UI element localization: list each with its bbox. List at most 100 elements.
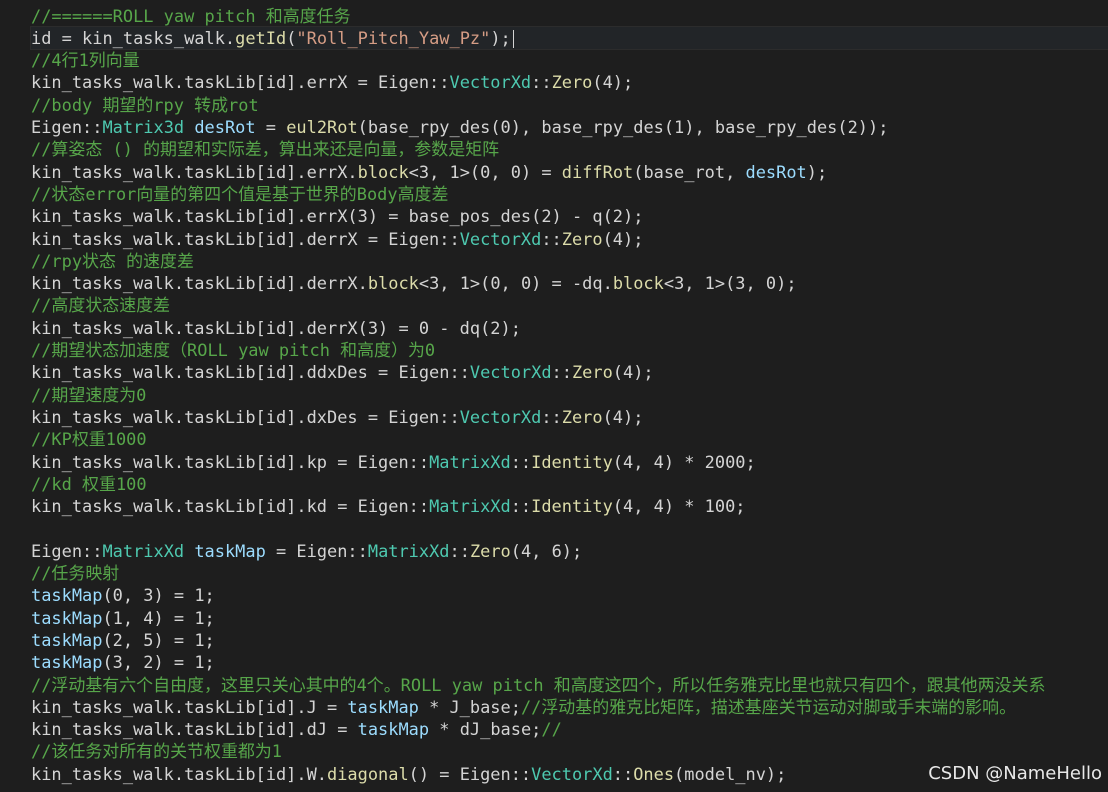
code-token: taskMap — [357, 719, 430, 740]
code-line[interactable]: kin_tasks_walk.taskLib[id].errX.block<3,… — [31, 161, 1108, 183]
code-token: block — [367, 273, 419, 294]
code-token: = Eigen:: — [265, 540, 368, 561]
code-comment: //浮动基有六个自由度，这里只关心其中的4个。ROLL yaw pitch 和高… — [31, 674, 1046, 695]
code-token: taskMap — [31, 607, 103, 628]
code-token: :: — [510, 451, 532, 472]
code-line[interactable]: kin_tasks_walk.taskLib[id].errX(3) = bas… — [31, 205, 1108, 227]
code-line[interactable]: kin_tasks_walk.taskLib[id].kp = Eigen::M… — [31, 451, 1108, 473]
code-comment: //该任务对所有的关节权重都为1 — [31, 741, 283, 762]
code-token: block — [612, 273, 664, 294]
code-token: :: — [551, 362, 572, 383]
code-token: VectorXd — [531, 763, 613, 784]
code-line[interactable]: //任务映射 — [31, 562, 1108, 584]
code-token: (4, 4) * 100; — [612, 496, 746, 517]
code-line[interactable]: //4行1列向量 — [31, 49, 1108, 71]
code-token: kin_tasks_walk.taskLib[id].errX. — [31, 161, 358, 182]
code-token: ); — [490, 27, 511, 48]
code-token: kin_tasks_walk.taskLib[id].dxDes = Eigen… — [31, 406, 460, 427]
code-token: :: — [531, 72, 552, 93]
code-token: (2, 5) = 1; — [102, 629, 215, 650]
code-token: ); — [806, 161, 828, 182]
code-line[interactable]: kin_tasks_walk.taskLib[id].derrX = Eigen… — [31, 228, 1108, 250]
code-line[interactable]: kin_tasks_walk.taskLib[id].dxDes = Eigen… — [31, 406, 1108, 428]
code-token: kin_tasks_walk.taskLib[id].W. — [31, 763, 327, 784]
code-line[interactable]: //rpy状态 的速度差 — [31, 250, 1108, 272]
code-token: Zero — [561, 406, 603, 427]
code-token: getId — [235, 27, 287, 48]
code-line[interactable]: //KP权重1000 — [31, 428, 1108, 450]
code-line[interactable]: id = kin_tasks_walk.getId("Roll_Pitch_Ya… — [30, 25, 1108, 51]
code-line[interactable]: //======ROLL yaw pitch 和高度任务 — [31, 5, 1108, 27]
code-token: <3, 1>(0, 0) = -dq. — [418, 273, 613, 294]
code-token: :: — [510, 496, 532, 517]
code-token: (0, 3) = 1; — [102, 585, 215, 606]
code-comment: //状态error向量的第四个值是基于世界的Body高度差 — [31, 183, 449, 204]
code-token: Zero — [571, 362, 613, 383]
code-token: * J_base; — [418, 696, 521, 717]
code-token: diffRot — [561, 161, 634, 182]
code-token: MatrixXd — [102, 540, 185, 561]
code-token: taskMap — [31, 629, 103, 650]
code-token: kin_tasks_walk.taskLib[id].ddxDes = Eige… — [31, 362, 470, 383]
code-token: * dJ_base; — [429, 719, 542, 740]
code-line[interactable]: //期望速度为0 — [31, 384, 1108, 406]
code-token: Matrix3d — [102, 117, 185, 137]
code-editor[interactable]: //======ROLL yaw pitch 和高度任务 id = kin_tas… — [0, 0, 1108, 792]
code-line[interactable]: //浮动基有六个自由度，这里只关心其中的4个。ROLL yaw pitch 和高… — [31, 674, 1108, 696]
code-line[interactable] — [31, 517, 1108, 539]
code-token: Zero — [551, 72, 593, 93]
code-token: () = Eigen:: — [408, 763, 532, 784]
code-token: (3, 2) = 1; — [102, 652, 215, 673]
code-token: (model_nv); — [674, 763, 787, 784]
code-token: diagonal — [327, 763, 409, 784]
code-line[interactable]: kin_tasks_walk.taskLib[id].derrX(3) = 0 … — [31, 317, 1108, 339]
code-line[interactable]: kin_tasks_walk.taskLib[id].kd = Eigen::M… — [31, 495, 1108, 517]
code-line[interactable]: taskMap(1, 4) = 1; — [31, 607, 1108, 629]
code-line[interactable]: //高度状态速度差 — [31, 294, 1108, 316]
code-comment: //rpy状态 的速度差 — [31, 250, 194, 271]
code-line[interactable]: //状态error向量的第四个值是基于世界的Body高度差 — [31, 183, 1108, 205]
code-token: (4); — [592, 72, 634, 93]
code-line[interactable]: //算姿态 () 的期望和实际差，算出来还是向量，参数是矩阵 — [31, 138, 1108, 160]
code-token: kin_tasks_walk.taskLib[id].J = — [31, 696, 348, 717]
code-line[interactable]: Eigen::MatrixXd taskMap = Eigen::MatrixX… — [31, 540, 1108, 562]
code-line[interactable]: kin_tasks_walk.taskLib[id].derrX.block<3… — [31, 272, 1108, 294]
code-comment: //4行1列向量 — [31, 50, 140, 71]
code-token: taskMap — [194, 540, 266, 561]
code-comment: //======ROLL yaw pitch 和高度任务 — [31, 5, 351, 26]
code-line[interactable]: //kd 权重100 — [31, 473, 1108, 495]
code-token: kin_tasks_walk.taskLib[id].errX = Eigen:… — [31, 72, 450, 93]
code-line[interactable]: kin_tasks_walk.taskLib[id].errX = Eigen:… — [31, 71, 1108, 93]
code-token: kin_tasks_walk.taskLib[id].derrX. — [31, 273, 368, 294]
code-token: MatrixXd — [429, 451, 511, 472]
code-token: (4); — [612, 362, 654, 383]
code-token: block — [357, 161, 409, 182]
code-comment: //高度状态速度差 — [31, 295, 171, 316]
code-token: :: — [449, 540, 470, 561]
code-token: MatrixXd — [429, 496, 511, 517]
code-token: taskMap — [31, 652, 103, 673]
code-line[interactable]: taskMap(3, 2) = 1; — [31, 651, 1108, 673]
code-line[interactable]: //期望状态加速度（ROLL yaw pitch 和高度）为0 — [31, 339, 1108, 361]
code-line[interactable]: taskMap(0, 3) = 1; — [31, 584, 1108, 606]
code-token: <3, 1>(0, 0) = — [408, 161, 562, 182]
code-line[interactable]: kin_tasks_walk.taskLib[id].dJ = taskMap … — [31, 718, 1108, 740]
code-token: desRot — [745, 161, 807, 182]
code-token: kin_tasks_walk.taskLib[id].derrX = Eigen… — [31, 228, 460, 249]
code-token: (base_rpy_des(0), base_rpy_des(1), base_… — [357, 117, 889, 137]
code-token: kin_tasks_walk.taskLib[id].kp = Eigen:: — [31, 451, 430, 472]
code-line[interactable]: Eigen::Matrix3d desRot = eul2Rot(base_rp… — [31, 116, 1108, 138]
code-token: Identity — [531, 451, 613, 472]
code-line[interactable]: //该任务对所有的关节权重都为1 — [31, 740, 1108, 762]
code-token: VectorXd — [469, 362, 552, 383]
code-line[interactable]: kin_tasks_walk.taskLib[id].ddxDes = Eige… — [31, 361, 1108, 383]
code-token: VectorXd — [449, 72, 532, 93]
code-token: (base_rot, — [633, 161, 746, 182]
code-line[interactable]: //body 期望的rpy 转成rot — [31, 94, 1108, 116]
code-line[interactable]: taskMap(2, 5) = 1; — [31, 629, 1108, 651]
code-line[interactable]: kin_tasks_walk.taskLib[id].J = taskMap *… — [31, 696, 1108, 718]
code-token: kin_tasks_walk.taskLib[id].kd = Eigen:: — [31, 496, 430, 517]
code-token: Eigen:: — [31, 117, 103, 137]
code-token: <3, 1>(3, 0); — [663, 273, 797, 294]
